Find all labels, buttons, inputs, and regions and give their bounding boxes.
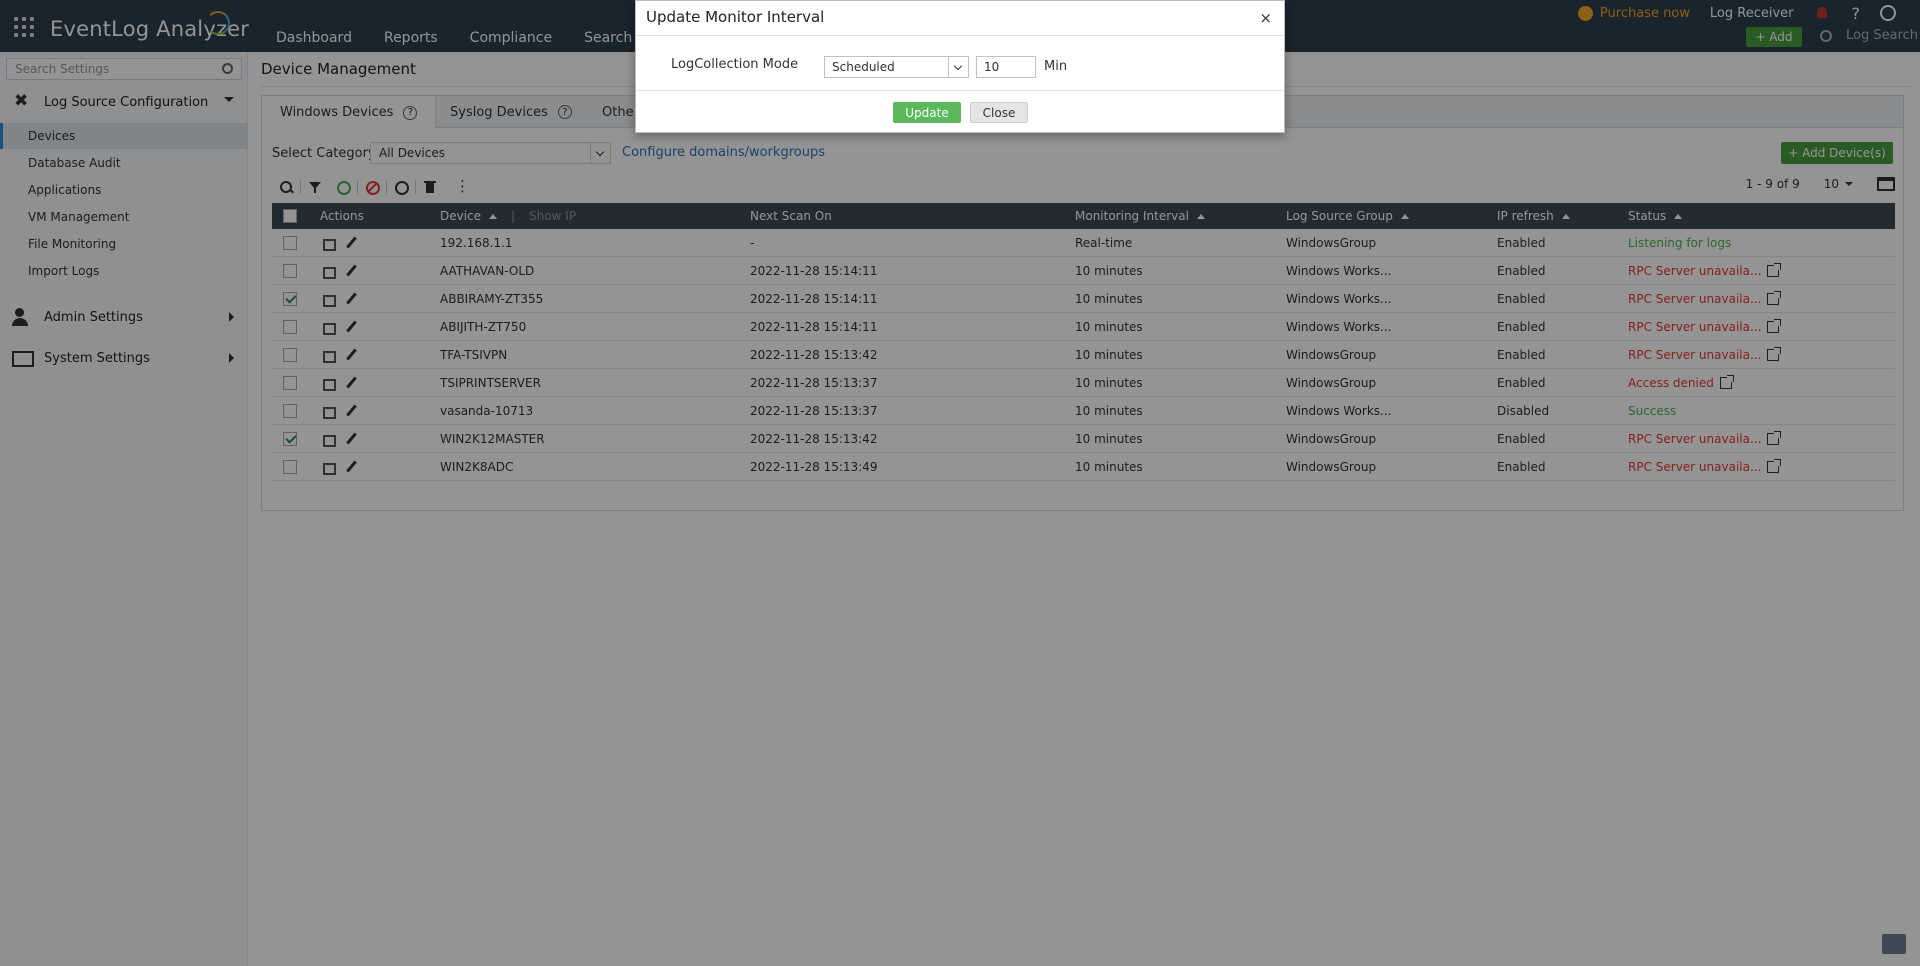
log-collection-mode-label: LogCollection Mode [671, 57, 799, 72]
dialog-title: Update Monitor Interval [646, 8, 825, 26]
update-monitor-interval-dialog: Update Monitor Interval × LogCollection … [635, 0, 1285, 133]
update-button[interactable]: Update [893, 102, 961, 123]
dialog-divider [636, 35, 1284, 36]
dialog-divider [636, 90, 1284, 91]
close-button[interactable]: Close [970, 102, 1028, 123]
chevron-down-icon [948, 57, 968, 77]
close-icon[interactable]: × [1259, 9, 1272, 27]
log-collection-mode-select[interactable]: Scheduled [824, 56, 969, 78]
chat-icon[interactable] [1882, 934, 1906, 954]
interval-minutes-input[interactable] [976, 56, 1036, 78]
mode-value: Scheduled [832, 60, 895, 74]
modal-backdrop[interactable] [0, 0, 1920, 966]
minutes-unit-label: Min [1044, 59, 1068, 74]
